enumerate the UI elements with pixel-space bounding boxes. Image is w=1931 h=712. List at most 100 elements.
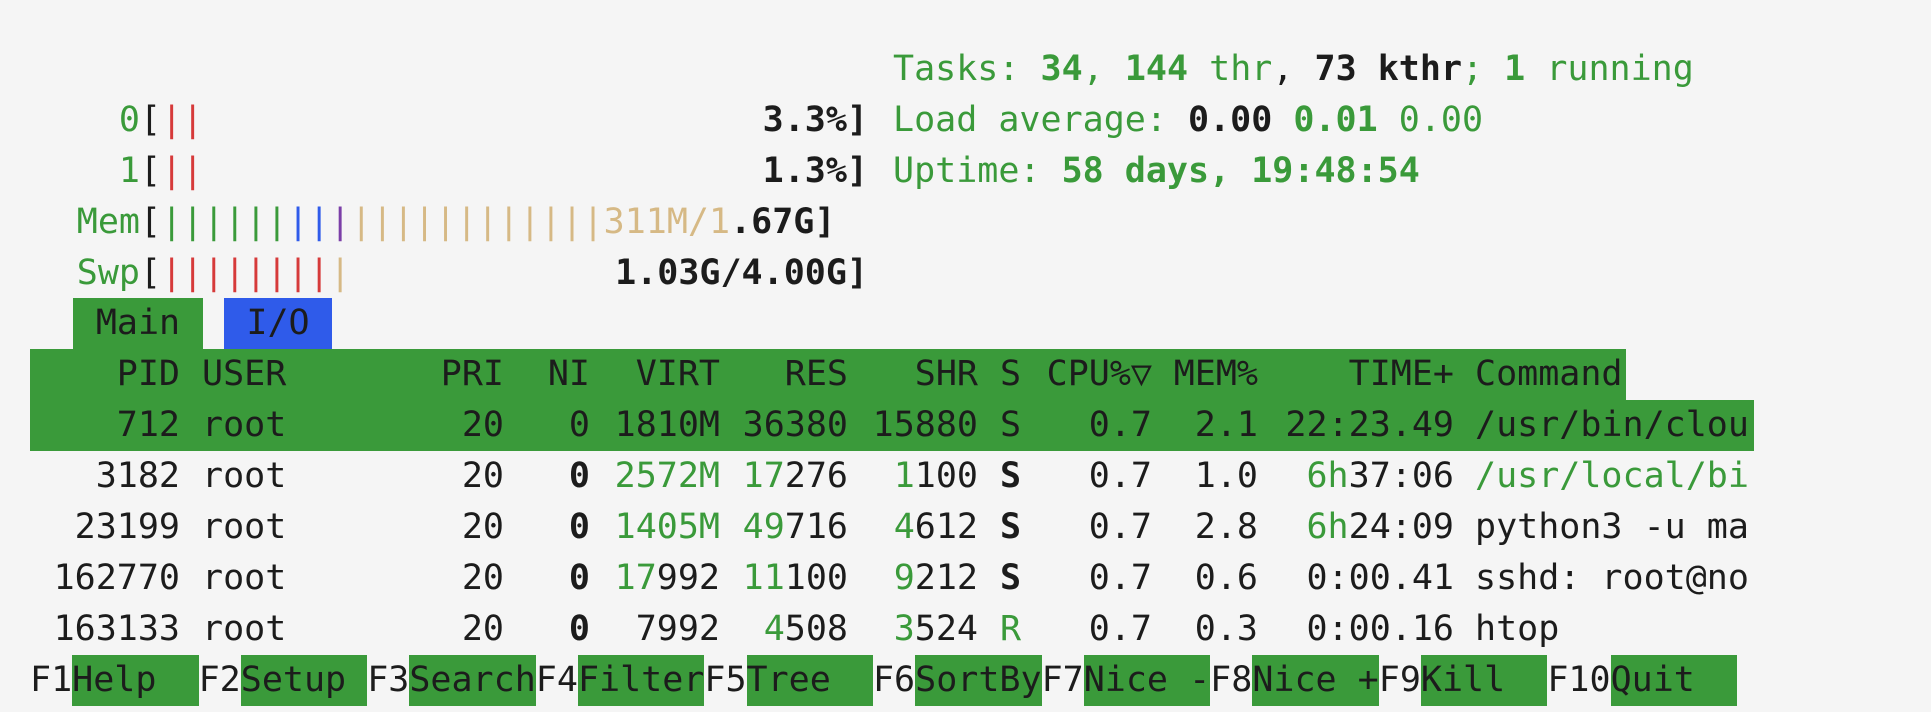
col-mem[interactable]: MEM% bbox=[1152, 349, 1258, 400]
cell-pid: 163133 bbox=[53, 609, 180, 649]
kthreads-label: kthr bbox=[1356, 49, 1463, 89]
running-count: 1 bbox=[1504, 49, 1526, 89]
fkey-kill[interactable]: F9Kill bbox=[1379, 655, 1548, 706]
cell-time: 0:00.41 bbox=[1306, 558, 1454, 598]
table-row[interactable]: 3182 root 20 0 2572M 17276 1100 S 0.7 1.… bbox=[0, 451, 1931, 502]
cell-shr: 9212 bbox=[893, 558, 978, 598]
cell-cpu: 0.7 bbox=[1088, 405, 1152, 445]
swp-label: Swp bbox=[76, 253, 140, 293]
cell-shr: 4612 bbox=[893, 507, 978, 547]
fkey-search[interactable]: F3Search bbox=[367, 655, 536, 706]
fkey-help[interactable]: F1Help bbox=[30, 655, 199, 706]
cell-pri: 20 bbox=[461, 558, 504, 598]
tasks-sep2: , bbox=[1272, 49, 1315, 89]
cell-res: 49716 bbox=[742, 507, 848, 547]
cell-cpu: 0.7 bbox=[1088, 456, 1152, 496]
cell-pri: 20 bbox=[461, 456, 504, 496]
uptime-label: Uptime: bbox=[893, 151, 1062, 191]
cell-pid: 162770 bbox=[53, 558, 180, 598]
fkey-setup[interactable]: F2Setup bbox=[199, 655, 368, 706]
load-line: Load average: 0.00 0.01 0.00 bbox=[893, 95, 1483, 146]
cell-command: sshd: root@no bbox=[1475, 558, 1749, 598]
table-row[interactable]: 712 root 20 0 1810M 36380 15880 S 0.7 2.… bbox=[0, 400, 1931, 451]
cell-pid: 712 bbox=[116, 405, 180, 445]
col-state[interactable]: S bbox=[1000, 349, 1030, 400]
table-row[interactable]: 23199 root 20 0 1405M 49716 4612 S 0.7 2… bbox=[0, 502, 1931, 553]
threads-count: 144 bbox=[1124, 49, 1189, 89]
col-cpu[interactable]: CPU%▽ bbox=[1030, 349, 1152, 400]
cell-user: root bbox=[202, 456, 287, 496]
tasks-line: Tasks: 34, 144 thr, 73 kthr; 1 running bbox=[893, 44, 1694, 95]
cell-state: S bbox=[1000, 456, 1022, 496]
load-5: 0.01 bbox=[1293, 100, 1378, 140]
col-ni[interactable]: NI bbox=[520, 349, 590, 400]
cell-user: root bbox=[202, 405, 287, 445]
cell-command: /usr/local/bi bbox=[1475, 456, 1749, 496]
fkey-filter[interactable]: F4Filter bbox=[536, 655, 705, 706]
cell-time: 6h37:06 bbox=[1306, 456, 1454, 496]
running-label: running bbox=[1525, 49, 1694, 89]
cell-virt: 2572M bbox=[614, 456, 720, 496]
tab-io[interactable]: I/O bbox=[224, 298, 332, 349]
cell-pri: 20 bbox=[461, 507, 504, 547]
cell-ni: 0 bbox=[568, 558, 590, 598]
table-row[interactable]: 163133 root 20 0 7992 4508 3524 R 0.7 0.… bbox=[0, 604, 1931, 655]
tasks-label: Tasks: bbox=[893, 49, 1041, 89]
table-row[interactable]: 162770 root 20 0 17992 11100 9212 S 0.7 … bbox=[0, 553, 1931, 604]
cell-res: 11100 bbox=[742, 558, 848, 598]
cell-mem: 0.3 bbox=[1194, 609, 1258, 649]
cell-state: S bbox=[1000, 558, 1022, 598]
cell-virt: 7992 bbox=[635, 609, 720, 649]
fkey-nice-minus[interactable]: F7Nice - bbox=[1042, 655, 1211, 706]
cell-virt: 1405M bbox=[614, 507, 720, 547]
col-time[interactable]: TIME+ bbox=[1258, 349, 1454, 400]
cell-state: R bbox=[1000, 609, 1022, 649]
cell-cpu: 0.7 bbox=[1088, 609, 1152, 649]
cell-ni: 0 bbox=[568, 405, 590, 445]
fkey-nice-plus[interactable]: F8Nice + bbox=[1210, 655, 1379, 706]
cell-shr: 1100 bbox=[893, 456, 978, 496]
fkey-quit[interactable]: F10Quit bbox=[1547, 655, 1737, 706]
cell-mem: 2.1 bbox=[1194, 405, 1258, 445]
cell-user: root bbox=[202, 609, 287, 649]
cell-cpu: 0.7 bbox=[1088, 558, 1152, 598]
cell-virt: 17992 bbox=[614, 558, 720, 598]
cell-res: 4508 bbox=[763, 609, 848, 649]
cell-command: /usr/bin/clou bbox=[1475, 405, 1749, 445]
col-virt[interactable]: VIRT bbox=[590, 349, 720, 400]
cell-state: S bbox=[1000, 405, 1022, 445]
cell-mem: 2.8 bbox=[1194, 507, 1258, 547]
tab-main[interactable]: Main bbox=[73, 298, 203, 349]
cell-ni: 0 bbox=[568, 456, 590, 496]
col-command[interactable]: Command bbox=[1475, 349, 1755, 400]
load-label: Load average: bbox=[893, 100, 1189, 140]
cell-pid: 3182 bbox=[95, 456, 180, 496]
load-15: 0.00 bbox=[1398, 100, 1484, 140]
cell-res: 17276 bbox=[742, 456, 848, 496]
cell-user: root bbox=[202, 558, 287, 598]
col-pri[interactable]: PRI bbox=[402, 349, 504, 400]
col-pid[interactable]: PID bbox=[30, 349, 180, 400]
swp-bar: [||||||||| bbox=[140, 253, 351, 293]
uptime-line: Uptime: 58 days, 19:48:54 bbox=[893, 146, 1420, 197]
col-user[interactable]: USER bbox=[202, 349, 402, 400]
cell-cpu: 0.7 bbox=[1088, 507, 1152, 547]
fkey-tree[interactable]: F5Tree bbox=[704, 655, 873, 706]
tasks-count: 34 bbox=[1040, 49, 1083, 89]
fkey-sortby[interactable]: F6SortBy bbox=[873, 655, 1042, 706]
cell-ni: 0 bbox=[568, 609, 590, 649]
cell-ni: 0 bbox=[568, 507, 590, 547]
column-header-row: PID USER PRI NI VIRT RES SHR S CPU%▽ MEM… bbox=[0, 349, 1931, 400]
col-res[interactable]: RES bbox=[720, 349, 848, 400]
cell-time: 0:00.16 bbox=[1306, 609, 1454, 649]
tasks-sep1: , bbox=[1082, 49, 1125, 89]
cell-pri: 20 bbox=[461, 405, 504, 445]
cell-shr: 3524 bbox=[893, 609, 978, 649]
col-shr[interactable]: SHR bbox=[848, 349, 978, 400]
function-key-bar: F1Help F2Setup F3SearchF4FilterF5Tree F6… bbox=[30, 655, 1737, 706]
cell-mem: 1.0 bbox=[1194, 456, 1258, 496]
cell-pri: 20 bbox=[461, 609, 504, 649]
swp-value: 1.03G/4.00G bbox=[615, 253, 847, 293]
cell-virt: 1810M bbox=[614, 405, 720, 445]
kthreads-count: 73 bbox=[1314, 49, 1357, 89]
